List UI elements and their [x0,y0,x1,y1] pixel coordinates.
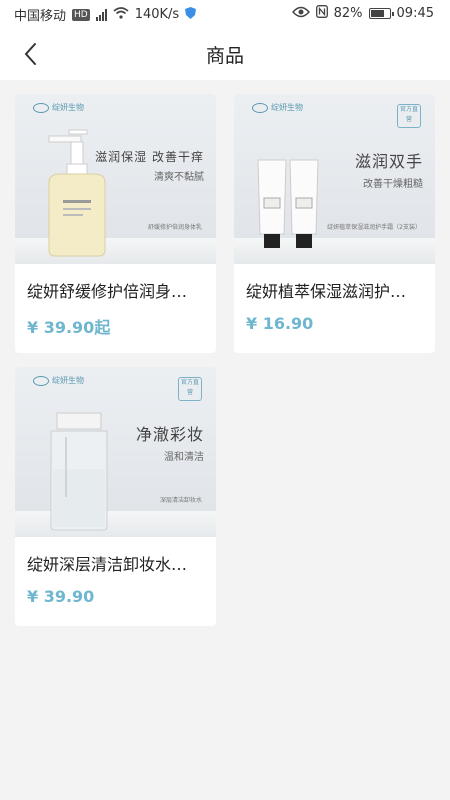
product-card[interactable]: 绽妍生物 滋润保湿 改善干痒 清爽不黏腻 舒缓修护倍润身体乳 绽妍舒缓修护倍润身… [15,94,216,353]
battery-icon [368,8,394,19]
product-tag: 深层清洁卸妆水 [159,497,202,504]
official-badge: 官方直营 [397,104,421,128]
carrier-label: 中国移动 [14,9,67,24]
product-card[interactable]: 绽妍生物 官方直营 滋润双手 改善干燥粗糙 绽妍植萃保湿滋润护手霜（2支装） 绽… [234,94,435,353]
lotion-bottle-icon [48,129,106,257]
wifi-icon [113,6,129,23]
brand-logo: 绽妍生物 [252,102,303,113]
network-speed: 140K/s [134,7,180,22]
battery-percent: 82% [333,6,363,21]
product-name: 绽妍植萃保湿滋润护… [246,282,407,301]
product-tag: 绽妍植萃保湿滋润护手霜（2支装） [327,224,421,231]
status-bar: 中国移动 HD 140K/s 82% 09:45 [0,0,450,28]
product-price: ¥ 16.90 [246,314,314,333]
makeup-remover-bottle-icon [50,412,108,531]
product-image: 绽妍生物 官方直营 净澈彩妆 温和清洁 深层清洁卸妆水 [15,367,216,537]
product-tag: 舒缓修护倍润身体乳 [147,224,202,231]
product-price: ¥ 39.90起 [27,318,111,337]
signal-icon [95,8,107,21]
official-badge: 官方直营 [178,377,202,401]
hd-badge: HD [72,8,90,21]
page-title: 商品 [205,45,244,67]
nav-bar: 商品 [0,28,450,80]
clock: 09:45 [396,6,434,21]
shield-icon [185,6,197,23]
brand-logo: 绽妍生物 [33,102,84,113]
product-name: 绽妍舒缓修护倍润身… [27,282,188,301]
product-image: 绽妍生物 官方直营 滋润双手 改善干燥粗糙 绽妍植萃保湿滋润护手霜（2支装） [234,94,435,264]
product-slogan: 净澈彩妆 温和清洁 [135,425,204,463]
product-card[interactable]: 绽妍生物 官方直营 净澈彩妆 温和清洁 深层清洁卸妆水 绽妍深层清洁卸妆水… ¥… [15,367,216,626]
product-image: 绽妍生物 滋润保湿 改善干痒 清爽不黏腻 舒缓修护倍润身体乳 [15,94,216,264]
product-slogan: 滋润双手 改善干燥粗糙 [354,152,423,190]
hand-cream-tubes-icon [257,159,319,248]
nfc-icon [315,5,328,22]
brand-logo: 绽妍生物 [33,375,84,386]
eye-icon [291,6,310,22]
product-name: 绽妍深层清洁卸妆水… [27,555,188,574]
product-price: ¥ 39.90 [27,587,95,606]
